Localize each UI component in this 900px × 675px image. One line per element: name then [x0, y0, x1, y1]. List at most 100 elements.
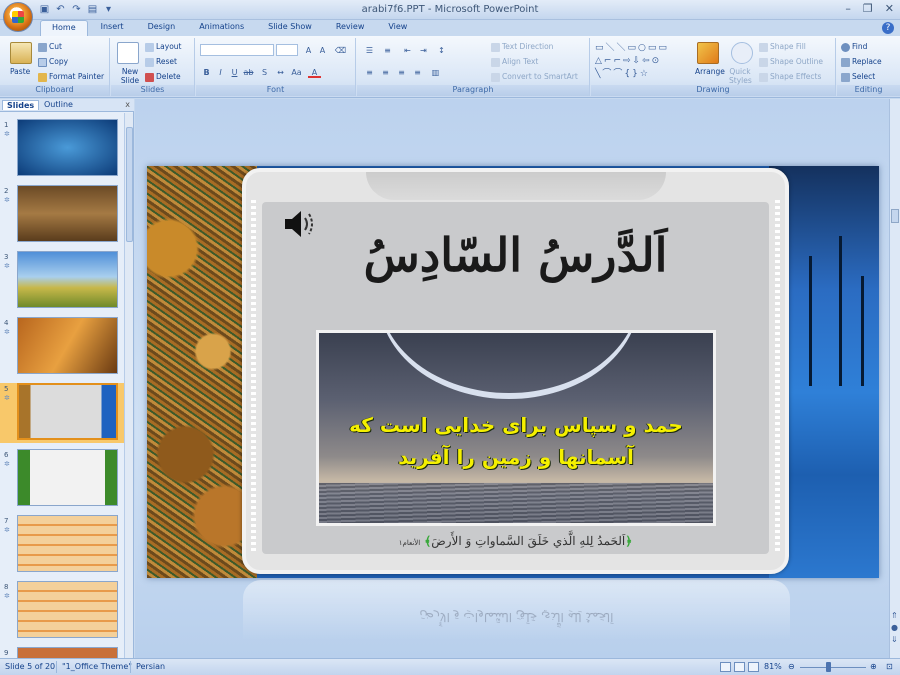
prev-slide-icon[interactable]: ⇑ [891, 611, 898, 620]
language-indicator[interactable]: Persian [136, 662, 165, 671]
tab-home[interactable]: Home [40, 20, 88, 36]
font-name-field[interactable] [200, 44, 274, 56]
shape-effects-button[interactable]: Shape Effects [759, 72, 821, 82]
bold-icon[interactable]: B [200, 67, 213, 78]
editor-scrollbar[interactable]: ⇑ ● ⇓ [889, 99, 900, 658]
zoom-in-icon[interactable]: ⊕ [870, 662, 877, 671]
slide-thumbnail-8[interactable]: 8 ✲ [0, 581, 124, 641]
minimize-icon[interactable]: – [845, 2, 851, 15]
align-left-icon[interactable]: ≡ [363, 67, 376, 78]
help-icon[interactable]: ? [882, 22, 894, 34]
thumbnail-number: 5 [4, 385, 9, 393]
change-case-icon[interactable]: Aa [290, 67, 303, 78]
tab-view[interactable]: View [377, 20, 418, 36]
slide-thumbnail-3[interactable]: 3 ✲ [0, 251, 124, 311]
scrollbar-thumb[interactable] [126, 127, 133, 242]
format-painter-button[interactable]: Format Painter [38, 72, 104, 82]
line-spacing-icon[interactable]: ↕ [435, 45, 448, 56]
convert-smartart-button[interactable]: Convert to SmartArt [491, 72, 578, 82]
text-direction-button[interactable]: Text Direction [491, 42, 553, 52]
select-label: Select [852, 72, 876, 81]
slideshow-view-icon[interactable] [748, 662, 759, 672]
tab-outline[interactable]: Outline [40, 100, 77, 109]
italic-icon[interactable]: I [214, 67, 227, 78]
tree-silhouette [839, 236, 842, 386]
tab-slide-show[interactable]: Slide Show [257, 20, 323, 36]
zoom-slider-knob[interactable] [826, 662, 831, 672]
slide-thumbnail-6[interactable]: 6 ✲ [0, 449, 124, 509]
shrink-font-icon[interactable]: A [316, 45, 329, 56]
zoom-out-icon[interactable]: ⊖ [788, 662, 795, 671]
layout-button[interactable]: Layout [145, 42, 182, 52]
slides-pane-scrollbar[interactable] [124, 113, 133, 658]
tab-review[interactable]: Review [325, 20, 376, 36]
thumbnail-image [17, 383, 118, 440]
shape-outline-label: Shape Outline [770, 57, 824, 66]
columns-icon[interactable]: ▥ [429, 67, 442, 78]
close-icon[interactable]: ✕ [885, 2, 894, 15]
tab-design[interactable]: Design [137, 20, 187, 36]
persian-translation: حمد و سپاس برای خدایی است که آسمانها و ز… [319, 409, 713, 473]
slide-thumbnail-5[interactable]: 5 ✲ [0, 383, 124, 443]
quick-styles-button[interactable]: Quick Styles [729, 67, 752, 85]
shape-fill-button[interactable]: Shape Fill [759, 42, 806, 52]
slide-counter: Slide 5 of 20 [5, 662, 56, 671]
find-button[interactable]: Find [841, 42, 867, 52]
editing-group-label: Editing [837, 85, 900, 96]
underline-icon[interactable]: U [228, 67, 241, 78]
thumbnail-image [17, 251, 118, 308]
slide-thumbnail-2[interactable]: 2 ✲ [0, 185, 124, 245]
replace-label: Replace [852, 57, 882, 66]
char-spacing-icon[interactable]: ↔ [274, 67, 287, 78]
tab-insert[interactable]: Insert [90, 20, 135, 36]
slide-canvas[interactable]: اَلدَّرسُ السّادِسُ حمد و سپاس برای خدای… [147, 166, 879, 578]
slide-thumbnail-9[interactable]: 9 [0, 647, 124, 658]
numbering-icon[interactable]: ≡ [381, 45, 394, 56]
paste-button[interactable]: Paste [10, 67, 30, 76]
cut-button[interactable]: Cut [38, 42, 62, 52]
slide-thumbnail-7[interactable]: 7 ✲ [0, 515, 124, 575]
justify-icon[interactable]: ≡ [411, 67, 424, 78]
align-text-button[interactable]: Align Text [491, 57, 538, 67]
font-color-icon[interactable]: A [308, 67, 321, 78]
strikethrough-icon[interactable]: ab [242, 67, 255, 78]
shapes-gallery[interactable]: ▭＼＼▭○▭▭ △⌐⌐⇨⇩⇦⊙ ╲⌒⌒{}☆ [595, 42, 683, 80]
align-right-icon[interactable]: ≡ [395, 67, 408, 78]
select-browse-icon[interactable]: ● [891, 623, 898, 632]
copy-button[interactable]: Copy [38, 57, 68, 67]
tab-slides[interactable]: Slides [2, 100, 40, 110]
replace-button[interactable]: Replace [841, 57, 882, 67]
zoom-slider[interactable] [800, 667, 866, 668]
fit-to-window-icon[interactable]: ⊡ [886, 662, 893, 671]
copy-icon [38, 57, 47, 67]
font-size-field[interactable] [276, 44, 298, 56]
layout-label: Layout [156, 42, 182, 51]
close-pane-icon[interactable]: x [125, 100, 130, 109]
office-button[interactable] [3, 2, 33, 32]
clear-format-icon[interactable]: ⌫ [334, 45, 347, 56]
align-center-icon[interactable]: ≡ [379, 67, 392, 78]
reset-button[interactable]: Reset [145, 57, 177, 67]
bullets-icon[interactable]: ☰ [363, 45, 376, 56]
tab-animations[interactable]: Animations [188, 20, 255, 36]
thumbnail-image [17, 581, 118, 638]
zoom-level[interactable]: 81% [764, 662, 782, 671]
arrange-button[interactable]: Arrange [695, 67, 725, 76]
decrease-indent-icon[interactable]: ⇤ [401, 45, 414, 56]
new-slide-button[interactable]: New Slide [115, 67, 145, 85]
grow-font-icon[interactable]: A [302, 45, 315, 56]
increase-indent-icon[interactable]: ⇥ [417, 45, 430, 56]
slide-thumbnail-1[interactable]: 1 ✲ [0, 119, 124, 179]
normal-view-icon[interactable] [720, 662, 731, 672]
moon-photo: حمد و سپاس برای خدایی است که آسمانها و ز… [316, 330, 716, 526]
scrollbar-thumb[interactable] [891, 209, 899, 223]
select-button[interactable]: Select [841, 72, 875, 82]
slide-sorter-icon[interactable] [734, 662, 745, 672]
restore-icon[interactable]: ❐ [863, 2, 873, 15]
find-label: Find [852, 42, 868, 51]
next-slide-icon[interactable]: ⇓ [891, 635, 898, 644]
delete-button[interactable]: Delete [145, 72, 181, 82]
shape-outline-button[interactable]: Shape Outline [759, 57, 823, 67]
shadow-icon[interactable]: S [258, 67, 271, 78]
slide-thumbnail-4[interactable]: 4 ✲ [0, 317, 124, 377]
